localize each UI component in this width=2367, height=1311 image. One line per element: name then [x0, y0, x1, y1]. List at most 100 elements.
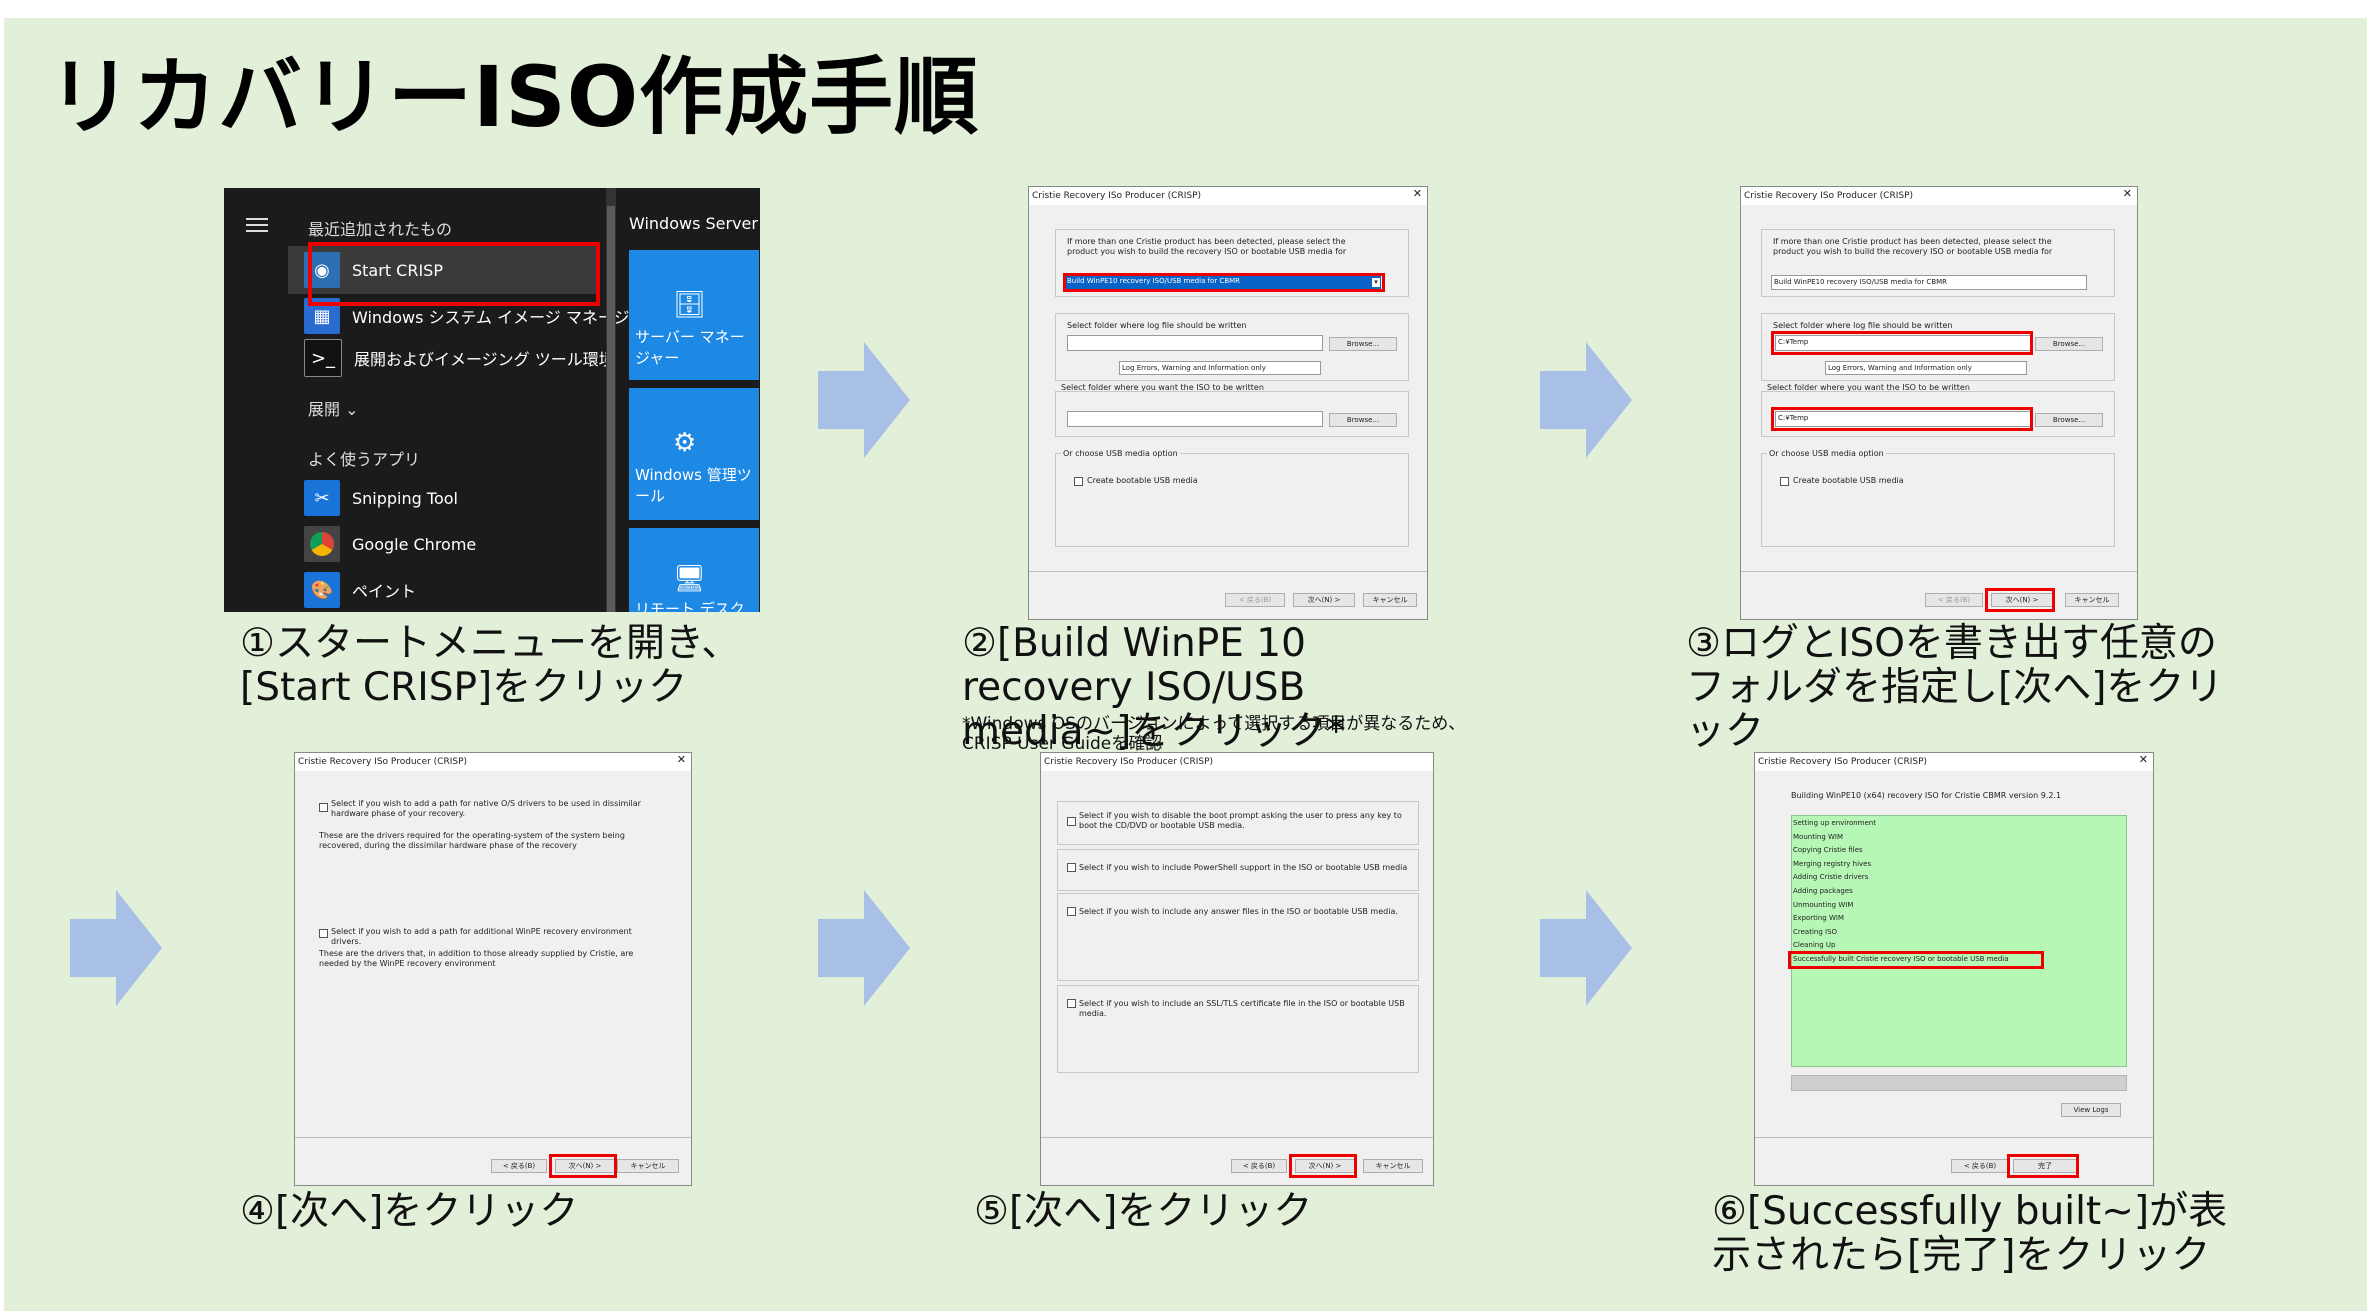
server-icon: 🗄: [673, 290, 707, 320]
usb-group-label: Or choose USB media option: [1061, 449, 1180, 459]
crisp-dialog-step2: Cristie Recovery ISo Producer (CRISP) ✕ …: [1028, 186, 1428, 620]
highlight-next-button: [549, 1154, 617, 1178]
product-select[interactable]: Build WinPE10 recovery ISO/USB media for…: [1771, 275, 2087, 290]
driver-checkbox[interactable]: [319, 803, 328, 812]
admin-tools-icon: ⚙: [673, 428, 697, 458]
highlight-next-button: [1985, 588, 2055, 612]
cancel-button[interactable]: キャンセル: [617, 1159, 679, 1173]
right-arrow-icon: [1540, 890, 1632, 1006]
log-line: Adding packages: [1793, 886, 1853, 895]
highlight-next-button: [1289, 1154, 1357, 1178]
menu-item[interactable]: Google Chrome: [304, 524, 476, 564]
menu-item[interactable]: >_ 展開およびイメージング ツール環境: [304, 338, 615, 378]
back-button[interactable]: < 戻る(B): [491, 1159, 547, 1173]
dialog-title: Cristie Recovery ISo Producer (CRISP): [1041, 753, 1433, 771]
driver1-label: Select if you wish to add a path for nat…: [331, 799, 641, 818]
highlight-finish-button: [2007, 1154, 2079, 1178]
paint-icon: 🎨: [304, 572, 340, 608]
option-checkbox[interactable]: [1067, 863, 1076, 872]
right-arrow-icon: [70, 890, 162, 1006]
browse-button[interactable]: Browse...: [1329, 337, 1397, 351]
tile-remote-desktop[interactable]: 🖥 リモート デスクトップ: [629, 528, 759, 612]
scrollbar-thumb[interactable]: [607, 206, 615, 612]
right-arrow-icon: [818, 342, 910, 458]
option-checkbox[interactable]: [1067, 907, 1076, 916]
frequent-header: よく使うアプリ: [308, 450, 421, 469]
build-log-lines: Setting up environment Mounting WIM Copyin…: [1793, 817, 2123, 967]
log-level-select[interactable]: Log Errors, Warning and Information only: [1119, 361, 1321, 375]
dialog-title: Cristie Recovery ISo Producer (CRISP): [295, 753, 691, 771]
cancel-button[interactable]: キャンセル: [1363, 593, 1417, 607]
usb-checkbox-label: Create bootable USB media: [1793, 476, 1904, 485]
browse-button[interactable]: Browse...: [2035, 337, 2103, 351]
remote-desktop-icon: 🖥: [673, 564, 707, 594]
highlight-iso-folder: [1771, 407, 2033, 431]
iso-folder-input[interactable]: [1067, 411, 1323, 427]
highlight-start-crisp: [308, 242, 600, 306]
tile-server-manager[interactable]: 🗄 サーバー マネージャー: [629, 250, 759, 380]
caption-step2-note: *Windows OSのバージョンによって選択する項目が異なるため、CRISP …: [962, 714, 1466, 754]
tile-admin-tools[interactable]: ⚙ Windows 管理ツール: [629, 388, 759, 520]
back-button[interactable]: < 戻る(B): [1925, 593, 1983, 607]
cancel-button[interactable]: キャンセル: [2065, 593, 2119, 607]
log-line: Copying Cristie files: [1793, 846, 1863, 855]
log-folder-input[interactable]: [1067, 335, 1323, 351]
option-1: Select if you wish to disable the boot p…: [1079, 811, 1402, 830]
driver2-desc: These are the drivers that, in addition …: [319, 949, 634, 968]
caption-step1: ①スタートメニューを開き、[Start CRISP]をクリック: [240, 621, 741, 710]
back-button[interactable]: < 戻る(B): [1231, 1159, 1287, 1173]
option-3: Select if you wish to include any answer…: [1079, 907, 1398, 916]
option-checkbox[interactable]: [1067, 817, 1076, 826]
chevron-down-icon: ⌄: [345, 400, 359, 419]
log-folder-label: Select folder where log file should be w…: [1773, 321, 1953, 330]
cancel-button[interactable]: キャンセル: [1363, 1159, 1423, 1173]
hamburger-icon[interactable]: [246, 218, 268, 220]
browse-button[interactable]: Browse...: [1329, 413, 1397, 427]
menu-item[interactable]: ✂ Snipping Tool: [304, 478, 458, 518]
caption-step5: ⑤[次へ]をクリック: [974, 1189, 1313, 1234]
highlight-log-folder: [1771, 331, 2033, 355]
dialog-title: Cristie Recovery ISo Producer (CRISP): [1755, 753, 2153, 771]
crisp-dialog-step6: Cristie Recovery ISo Producer (CRISP) ✕ …: [1754, 752, 2154, 1186]
menu-item[interactable]: 🎨 ペイント: [304, 570, 416, 610]
option-4: Select if you wish to include an SSL/TLS…: [1079, 999, 1405, 1018]
recent-header: 最近追加されたもの: [308, 220, 453, 239]
back-button[interactable]: < 戻る(B): [1225, 593, 1285, 607]
caption-step3: ③ログとISOを書き出す任意のフォルダを指定し[次へ]をクリック: [1686, 621, 2224, 754]
close-icon[interactable]: ✕: [1413, 187, 1422, 200]
tile-group-header: Windows Server: [629, 214, 758, 233]
next-button[interactable]: 次へ(N) >: [1293, 593, 1355, 607]
close-icon[interactable]: ✕: [677, 753, 686, 766]
start-menu-screenshot: 最近追加されたもの ◉ Start CRISP ▦ Windows システム イメー…: [224, 188, 760, 612]
page-title: リカバリーISO作成手順: [48, 48, 980, 146]
usb-checkbox[interactable]: [1780, 477, 1789, 486]
caption-step6: ⑥[Successfully built~]が表示されたら[完了]をクリック: [1712, 1189, 2228, 1278]
console-icon: >_: [304, 339, 342, 377]
dialog-title: Cristie Recovery ISo Producer (CRISP): [1741, 187, 2137, 205]
building-label: Building WinPE10 (x64) recovery ISO for …: [1791, 791, 2062, 800]
log-line: Adding Cristie drivers: [1793, 873, 1869, 882]
log-folder-label: Select folder where log file should be w…: [1067, 321, 1247, 330]
crisp-dialog-step5: Cristie Recovery ISo Producer (CRISP) Se…: [1040, 752, 1434, 1186]
view-logs-button[interactable]: View Logs: [2061, 1103, 2121, 1117]
close-icon[interactable]: ✕: [2123, 187, 2132, 200]
usb-checkbox[interactable]: [1074, 477, 1083, 486]
log-line: Exporting WIM: [1793, 914, 1844, 923]
browse-button[interactable]: Browse...: [2035, 413, 2103, 427]
back-button[interactable]: < 戻る(B): [1951, 1159, 2009, 1173]
log-level-select[interactable]: Log Errors, Warning and Information only: [1825, 361, 2027, 375]
chrome-icon: [304, 526, 340, 562]
log-line: Merging registry hives: [1793, 859, 1872, 868]
right-arrow-icon: [818, 890, 910, 1006]
usb-group-label: Or choose USB media option: [1767, 449, 1886, 459]
option-checkbox[interactable]: [1067, 999, 1076, 1008]
close-icon[interactable]: ✕: [2139, 753, 2148, 766]
select-prompt: If more than one Cristie product has bee…: [1067, 237, 1347, 256]
right-arrow-icon: [1540, 342, 1632, 458]
expand-link[interactable]: 展開 ⌄: [308, 396, 359, 420]
highlight-success-line: [1788, 951, 2044, 969]
driver-checkbox[interactable]: [319, 929, 328, 938]
driver1-desc: These are the drivers required for the o…: [319, 831, 625, 850]
crisp-dialog-step3: Cristie Recovery ISo Producer (CRISP) ✕ …: [1740, 186, 2138, 620]
log-line: Mounting WIM: [1793, 832, 1844, 841]
